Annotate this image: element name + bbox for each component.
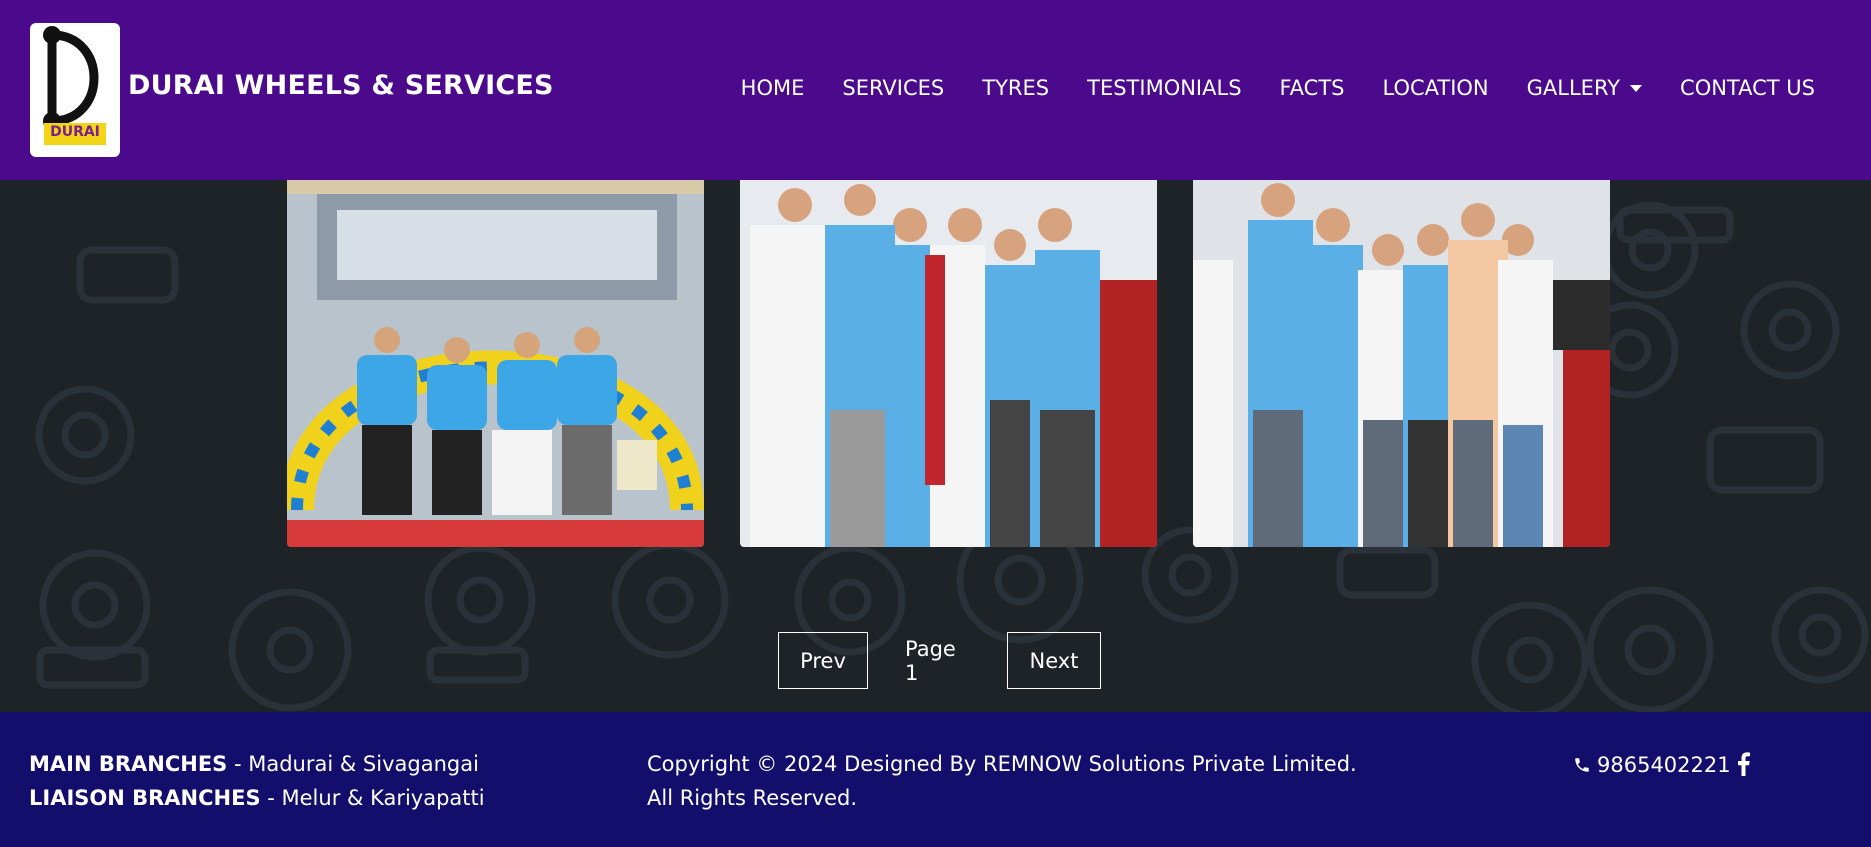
gallery-photo-2[interactable] — [740, 180, 1157, 547]
logo-text: DURAI — [50, 124, 100, 140]
next-button[interactable]: Next — [1007, 632, 1101, 689]
page-indicator: Page 1 — [905, 636, 956, 685]
liaison-branches-value: - Melur & Kariyapatti — [260, 786, 485, 810]
facebook-link[interactable] — [1735, 752, 1751, 780]
nav-tyres-label: TYRES — [982, 76, 1050, 100]
gallery-image-2 — [740, 180, 1157, 547]
nav-contact-us[interactable]: CONTACT US — [1680, 76, 1815, 100]
brand-logo[interactable]: DURAI — [30, 23, 120, 157]
nav-home-label: HOME — [740, 76, 805, 100]
liaison-branches-title: LIAISON BRANCHES — [29, 786, 261, 810]
nav-facts[interactable]: FACTS — [1280, 76, 1345, 100]
main-nav: HOME SERVICES TYRES TESTIMONIALS FACTS L… — [703, 76, 1815, 100]
nav-tyres[interactable]: TYRES — [982, 76, 1049, 100]
nav-testimonials[interactable]: TESTIMONIALS — [1087, 76, 1241, 100]
copyright-line-2: All Rights Reserved. — [647, 786, 858, 810]
main-branches-title: MAIN BRANCHES — [29, 752, 228, 776]
gallery-photo-3[interactable] — [1193, 180, 1610, 547]
nav-gallery-label: GALLERY — [1526, 76, 1621, 100]
phone-contact[interactable]: 9865402221 — [1573, 753, 1731, 777]
copyright-line-1: Copyright © 2024 Designed By REMNOW Solu… — [647, 752, 1357, 776]
main-branches-value: - Madurai & Sivagangai — [227, 752, 479, 776]
prev-button[interactable]: Prev — [778, 632, 868, 689]
nav-services[interactable]: SERVICES — [842, 76, 944, 100]
caret-down-icon — [1630, 84, 1643, 92]
top-navbar: DURAI DURAI WHEELS & SERVICES HOME SERVI… — [0, 0, 1871, 180]
page-footer: MAIN BRANCHES - Madurai & Sivagangai LIA… — [0, 712, 1871, 847]
gallery-image-3 — [1193, 180, 1610, 547]
nav-location-label: LOCATION — [1382, 76, 1489, 100]
nav-gallery-dropdown[interactable]: GALLERY — [1526, 76, 1643, 100]
nav-facts-label: FACTS — [1279, 76, 1345, 100]
nav-home[interactable]: HOME — [741, 76, 805, 100]
phone-number: 9865402221 — [1597, 753, 1731, 777]
brand-name[interactable]: DURAI WHEELS & SERVICES — [128, 70, 554, 101]
liaison-branches-line: LIAISON BRANCHES - Melur & Kariyapatti — [29, 786, 485, 810]
gallery-image-1 — [287, 180, 704, 547]
gallery-photo-1[interactable] — [287, 180, 704, 547]
nav-location[interactable]: LOCATION — [1383, 76, 1489, 100]
nav-services-label: SERVICES — [842, 76, 945, 100]
phone-icon — [1575, 758, 1589, 772]
facebook-icon — [1738, 752, 1750, 776]
nav-contact-label: CONTACT US — [1680, 76, 1815, 100]
main-branches-line: MAIN BRANCHES - Madurai & Sivagangai — [29, 752, 479, 776]
nav-testimonials-label: TESTIMONIALS — [1087, 76, 1242, 100]
